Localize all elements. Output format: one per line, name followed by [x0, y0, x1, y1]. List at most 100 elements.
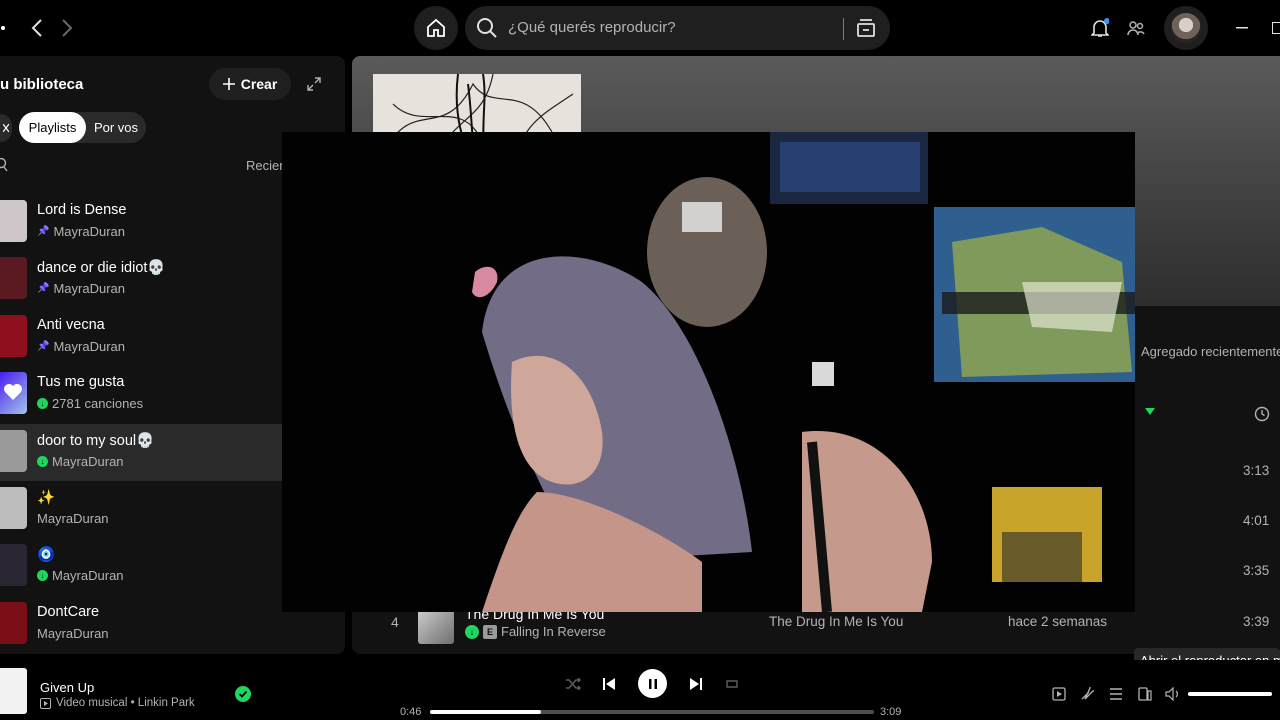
- top-bar: ¿Qué querés reproducir?: [0, 0, 1280, 56]
- library-title[interactable]: u biblioteca: [0, 76, 83, 93]
- playlist-cover: [0, 314, 27, 357]
- playlist-cover: [0, 257, 27, 300]
- back-arrow-icon[interactable]: [26, 16, 48, 40]
- playlist-subtitle-line: 📌 MayraDuran: [37, 339, 125, 354]
- playlist-cover: [0, 200, 27, 242]
- track-duration: 3:13: [1243, 463, 1270, 478]
- search-placeholder: ¿Qué querés reproducir?: [508, 19, 676, 36]
- track-artist-line: ↓ E Falling In Reverse: [465, 624, 606, 639]
- playlist-name: Lord is Dense: [37, 202, 127, 218]
- playlist-subtitle: MayraDuran: [52, 453, 124, 469]
- playlist-cover: [0, 429, 27, 472]
- playlist-subtitle-line: ↓ MayraDuran: [37, 454, 124, 469]
- downloaded-icon: ↓: [37, 455, 48, 467]
- friend-activity-icon[interactable]: [1124, 16, 1148, 40]
- track-duration: 4:01: [1243, 513, 1270, 528]
- repeat-icon[interactable]: [723, 675, 741, 693]
- webcam-video-overlay: [282, 132, 1135, 612]
- expand-library-icon[interactable]: [305, 75, 323, 93]
- lyrics-icon[interactable]: [1078, 685, 1096, 703]
- track-artist[interactable]: Falling In Reverse: [501, 624, 606, 639]
- saved-check-icon[interactable]: [235, 686, 251, 702]
- connect-device-icon[interactable]: [1136, 685, 1154, 703]
- duration-clock-icon: [1254, 405, 1270, 423]
- music-video-icon: [40, 697, 51, 709]
- notifications-bell-icon[interactable]: [1088, 16, 1112, 40]
- now-playing-title[interactable]: Given Up: [40, 680, 94, 695]
- pause-button[interactable]: [638, 669, 667, 698]
- pause-icon: [648, 678, 657, 689]
- create-button-label: Crear: [240, 76, 278, 92]
- now-playing-subtitle-line: Video musical • Linkin Park: [40, 697, 195, 709]
- playlist-subtitle: 2781 canciones: [52, 396, 144, 412]
- browse-icon[interactable]: [855, 17, 877, 39]
- home-icon: [427, 18, 445, 37]
- user-avatar[interactable]: [1164, 6, 1208, 50]
- playlist-subtitle: MayraDuran: [37, 625, 109, 641]
- playlist-subtitle-line: 📌 MayraDuran: [37, 281, 125, 296]
- progress-fill: [430, 710, 541, 714]
- total-time: 3:09: [880, 706, 902, 718]
- sort-order-label[interactable]: Agregado recientemente: [1141, 344, 1280, 359]
- filter-chips: Playlists Por vos: [19, 112, 146, 143]
- playlist-subtitle: MayraDuran: [53, 224, 125, 239]
- search-input[interactable]: ¿Qué querés reproducir?: [465, 6, 890, 50]
- close-filter-icon[interactable]: [0, 114, 12, 142]
- next-track-icon[interactable]: [687, 675, 705, 693]
- volume-fill: [1188, 692, 1272, 696]
- plus-icon: [222, 78, 235, 90]
- playlist-subtitle-line: MayraDuran: [37, 511, 109, 526]
- pinned-icon: 📌: [37, 226, 50, 237]
- downloaded-icon: ↓: [465, 624, 479, 639]
- search-icon: [477, 18, 497, 38]
- track-number: 4: [391, 614, 399, 630]
- playlist-cover: [0, 601, 27, 644]
- shuffle-icon[interactable]: [564, 675, 582, 693]
- playlist-subtitle: MayraDuran: [52, 568, 124, 584]
- library-search-icon[interactable]: [0, 156, 8, 174]
- playlist-name: Tus me gusta: [37, 374, 125, 391]
- queue-icon[interactable]: [1107, 685, 1125, 703]
- playlist-name: ✨: [37, 490, 56, 506]
- filter-por-vos[interactable]: Por vos: [88, 112, 144, 143]
- volume-slider[interactable]: [1188, 692, 1272, 696]
- elapsed-time: 0:46: [400, 706, 422, 718]
- now-playing-cover[interactable]: [0, 668, 27, 714]
- downloaded-icon: ↓: [37, 398, 48, 410]
- home-button[interactable]: [414, 6, 458, 50]
- now-playing-subtitle[interactable]: Video musical • Linkin Park: [56, 697, 195, 709]
- sort-caret-icon[interactable]: [1145, 408, 1155, 415]
- progress-bar[interactable]: [430, 710, 874, 714]
- playlist-subtitle: MayraDuran: [53, 281, 125, 297]
- sort-button[interactable]: Recien: [246, 158, 286, 173]
- forward-arrow-icon[interactable]: [56, 16, 78, 40]
- filter-playlists[interactable]: Playlists: [19, 112, 86, 143]
- track-duration: 3:35: [1243, 563, 1270, 578]
- minimize-window-icon[interactable]: [1232, 18, 1252, 38]
- track-date-added: hace 2 semanas: [1008, 614, 1108, 629]
- playlist-name: 🧿: [37, 547, 56, 564]
- track-duration: 3:39: [1243, 614, 1270, 629]
- pinned-icon: 📌: [37, 340, 50, 352]
- now-playing-view-icon[interactable]: [1050, 685, 1068, 703]
- playlist-name: Anti vecna: [37, 316, 105, 333]
- create-button[interactable]: Crear: [209, 68, 291, 100]
- explicit-badge: E: [483, 624, 497, 639]
- maximize-window-icon[interactable]: [1272, 18, 1280, 38]
- playlist-subtitle-line: 📌 MayraDuran: [37, 224, 125, 239]
- track-cover: [418, 608, 454, 644]
- volume-icon[interactable]: [1164, 685, 1182, 703]
- playlist-name: door to my soul💀: [37, 432, 155, 449]
- playlist-cover: [0, 372, 27, 415]
- pinned-icon: 📌: [37, 283, 50, 295]
- avatar-image: [1171, 13, 1201, 43]
- track-album[interactable]: The Drug In Me Is You: [769, 614, 903, 629]
- playlist-name: DontCare: [37, 603, 100, 620]
- previous-track-icon[interactable]: [600, 675, 618, 693]
- window-menu-icon[interactable]: [0, 24, 6, 32]
- playlist-name: dance or die idiot💀: [37, 260, 166, 277]
- playlist-subtitle: MayraDuran: [37, 511, 109, 526]
- playlist-subtitle-line: MayraDuran: [37, 626, 109, 641]
- player-bar: Given Up Video musical • Linkin Park 0:4…: [0, 660, 1280, 720]
- playlist-cover: [0, 544, 27, 587]
